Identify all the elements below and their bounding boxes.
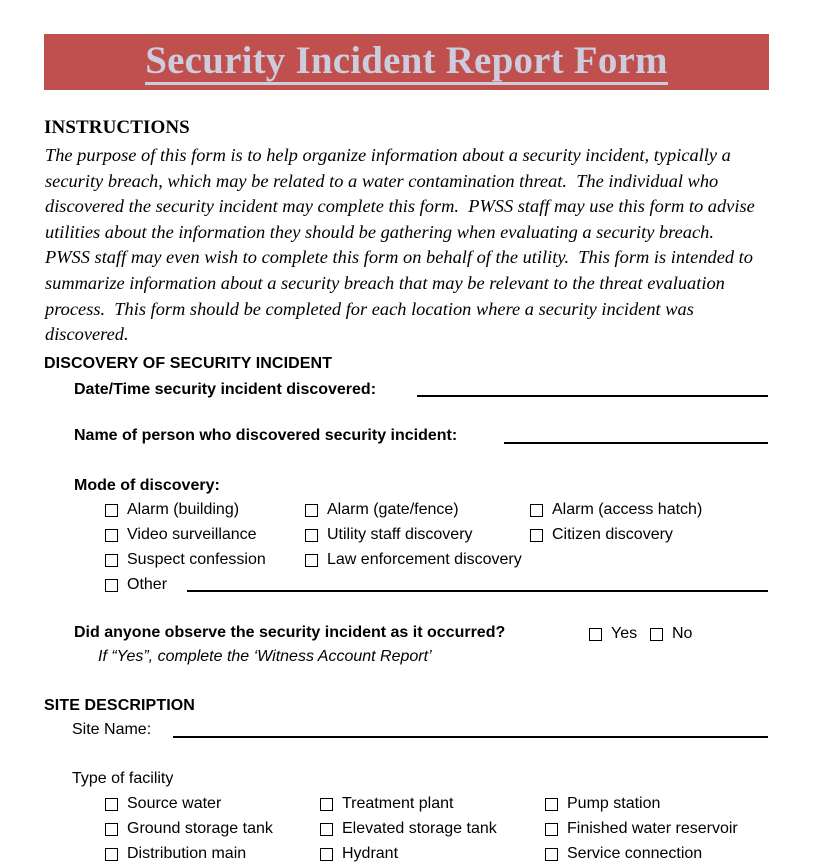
- label-observe-question: Did anyone observe the security incident…: [74, 624, 506, 641]
- checkbox-box-icon: [105, 553, 118, 567]
- note-witness-account-report: If “Yes”, complete the ‘Witness Account …: [98, 648, 432, 665]
- checkbox-box-icon: [105, 822, 118, 836]
- checkbox-label: Utility staff discovery: [327, 526, 473, 543]
- form-page: Security Incident Report Form INSTRUCTIO…: [0, 0, 828, 865]
- checkbox-box-icon: [530, 503, 543, 517]
- checkbox-box-icon: [530, 528, 543, 542]
- checkbox-citizen-discovery[interactable]: Citizen discovery: [530, 526, 673, 544]
- instructions-paragraph: The purpose of this form is to help orga…: [45, 145, 760, 345]
- checkbox-utility-staff-discovery[interactable]: Utility staff discovery: [305, 526, 473, 544]
- checkbox-label: Source water: [127, 795, 222, 812]
- checkbox-label: Ground storage tank: [127, 820, 273, 837]
- checkbox-alarm-gate-fence[interactable]: Alarm (gate/fence): [305, 501, 459, 519]
- checkbox-label: Distribution main: [127, 845, 247, 862]
- checkbox-label: Other: [127, 576, 168, 593]
- checkbox-box-icon: [650, 627, 663, 641]
- checkbox-label: Treatment plant: [342, 795, 454, 812]
- checkbox-alarm-building[interactable]: Alarm (building): [105, 501, 239, 519]
- checkbox-label: Elevated storage tank: [342, 820, 497, 837]
- checkbox-label: No: [672, 625, 693, 642]
- checkbox-distribution-main[interactable]: Distribution main: [105, 845, 246, 863]
- checkbox-finished-water-reservoir[interactable]: Finished water reservoir: [545, 820, 738, 838]
- page-title: Security Incident Report Form: [145, 41, 668, 85]
- input-other-mode[interactable]: [187, 590, 768, 592]
- checkbox-label: Alarm (access hatch): [552, 501, 703, 518]
- section-heading-discovery: DISCOVERY OF SECURITY INCIDENT: [44, 355, 333, 372]
- input-site-name[interactable]: [173, 736, 768, 738]
- checkbox-label: Yes: [611, 625, 638, 642]
- checkbox-elevated-storage-tank[interactable]: Elevated storage tank: [320, 820, 497, 838]
- checkbox-box-icon: [320, 822, 333, 836]
- checkbox-box-icon: [305, 503, 318, 517]
- form-title-banner: Security Incident Report Form: [44, 34, 769, 90]
- checkbox-other-mode[interactable]: Other: [105, 576, 167, 594]
- checkbox-label: Hydrant: [342, 845, 399, 862]
- checkbox-label: Alarm (gate/fence): [327, 501, 459, 518]
- checkbox-box-icon: [320, 847, 333, 861]
- checkbox-box-icon: [305, 528, 318, 542]
- checkbox-service-connection[interactable]: Service connection: [545, 845, 702, 863]
- label-site-name: Site Name:: [72, 721, 152, 738]
- input-discoverer-name[interactable]: [504, 442, 768, 444]
- checkbox-box-icon: [105, 578, 118, 592]
- checkbox-box-icon: [320, 797, 333, 811]
- checkbox-label: Finished water reservoir: [567, 820, 738, 837]
- checkbox-video-surveillance[interactable]: Video surveillance: [105, 526, 257, 544]
- checkbox-pump-station[interactable]: Pump station: [545, 795, 660, 813]
- checkbox-label: Citizen discovery: [552, 526, 673, 543]
- checkbox-box-icon: [305, 553, 318, 567]
- checkbox-hydrant[interactable]: Hydrant: [320, 845, 398, 863]
- checkbox-box-icon: [545, 822, 558, 836]
- checkbox-label: Alarm (building): [127, 501, 240, 518]
- checkbox-label: Video surveillance: [127, 526, 257, 543]
- checkbox-suspect-confession[interactable]: Suspect confession: [105, 551, 266, 569]
- checkbox-box-icon: [105, 847, 118, 861]
- checkbox-box-icon: [105, 797, 118, 811]
- label-discoverer-name: Name of person who discovered security i…: [74, 427, 458, 444]
- checkbox-label: Law enforcement discovery: [327, 551, 522, 568]
- checkbox-label: Service connection: [567, 845, 703, 862]
- checkbox-alarm-access-hatch[interactable]: Alarm (access hatch): [530, 501, 702, 519]
- checkbox-ground-storage-tank[interactable]: Ground storage tank: [105, 820, 273, 838]
- label-type-of-facility: Type of facility: [72, 770, 174, 787]
- section-heading-site-description: SITE DESCRIPTION: [44, 697, 195, 714]
- checkbox-box-icon: [545, 797, 558, 811]
- input-datetime-discovered[interactable]: [417, 395, 768, 397]
- checkbox-label: Suspect confession: [127, 551, 266, 568]
- checkbox-label: Pump station: [567, 795, 661, 812]
- checkbox-observe-no[interactable]: No: [650, 625, 692, 643]
- checkbox-box-icon: [545, 847, 558, 861]
- checkbox-source-water[interactable]: Source water: [105, 795, 221, 813]
- checkbox-box-icon: [105, 528, 118, 542]
- label-datetime-discovered: Date/Time security incident discovered:: [74, 381, 377, 398]
- instructions-heading: INSTRUCTIONS: [44, 117, 190, 138]
- label-mode-of-discovery: Mode of discovery:: [74, 477, 220, 494]
- checkbox-box-icon: [589, 627, 602, 641]
- checkbox-law-enforcement-discovery[interactable]: Law enforcement discovery: [305, 551, 522, 569]
- checkbox-box-icon: [105, 503, 118, 517]
- checkbox-treatment-plant[interactable]: Treatment plant: [320, 795, 453, 813]
- checkbox-observe-yes[interactable]: Yes: [589, 625, 637, 643]
